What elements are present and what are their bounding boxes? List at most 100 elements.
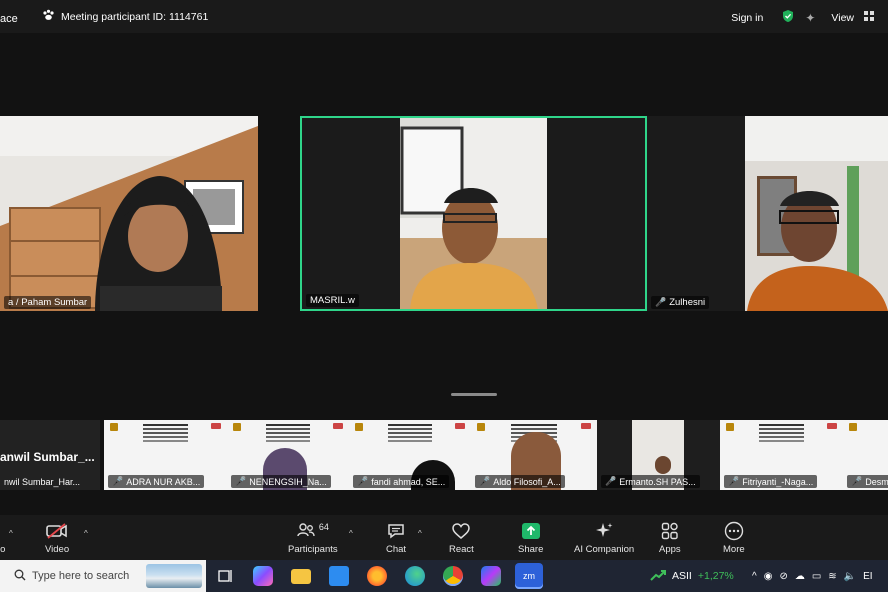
app-title: ace bbox=[0, 13, 18, 25]
meeting-id-label: Meeting participant ID: 1114761 bbox=[61, 10, 209, 23]
stock-name: ASII bbox=[672, 570, 692, 582]
participant-name: 🎤 NENENGSIH_Na... bbox=[231, 475, 331, 488]
microsoft365-icon[interactable] bbox=[481, 566, 501, 586]
share-button[interactable]: Share bbox=[518, 521, 543, 555]
search-highlight-image bbox=[146, 564, 202, 588]
participants-button[interactable]: 64 Participants bbox=[288, 521, 338, 555]
system-tray: ^ ◉ ⊘ ☁ ▭ ≋ 🔈 EI bbox=[752, 560, 873, 592]
participant-name: 🎤 Fitriyanti_-Naga... bbox=[724, 475, 818, 488]
chat-icon bbox=[387, 521, 405, 541]
file-explorer-icon[interactable] bbox=[291, 569, 311, 584]
audio-options-caret[interactable]: ^ bbox=[9, 529, 13, 538]
share-screen-icon bbox=[521, 521, 541, 541]
participant-name: a / Paham Sumbar bbox=[4, 296, 92, 309]
mic-muted-icon: 🎤 bbox=[357, 476, 369, 486]
participant-name: nwil Sumbar_Har... bbox=[4, 477, 81, 487]
copilot-icon[interactable] bbox=[253, 566, 273, 586]
participant-video bbox=[647, 116, 888, 311]
video-button[interactable]: Video bbox=[45, 521, 69, 555]
mic-muted-icon: 🎤 bbox=[112, 476, 124, 486]
resize-handle[interactable] bbox=[451, 393, 497, 396]
search-icon bbox=[14, 569, 26, 584]
video-tile-3[interactable]: 🎤 Zulhesni bbox=[647, 116, 888, 311]
paw-icon bbox=[42, 9, 55, 24]
wifi-icon[interactable]: ≋ bbox=[828, 571, 836, 582]
participant-title: anwil Sumbar_... bbox=[0, 450, 95, 464]
thumb-7[interactable]: 🎤 Desm bbox=[843, 420, 888, 490]
participant-video bbox=[302, 118, 645, 309]
trend-up-icon bbox=[650, 569, 666, 584]
edge-icon[interactable] bbox=[405, 566, 425, 586]
windows-taskbar: Type here to search zm ASII +1,27% ^ ◉ ⊘… bbox=[0, 560, 888, 592]
shield-icon[interactable] bbox=[781, 9, 795, 26]
thumb-text-tile[interactable]: anwil Sumbar_... nwil Sumbar_Har... bbox=[0, 420, 100, 490]
view-button[interactable]: View bbox=[831, 12, 854, 24]
thumb-6[interactable]: 🎤 Fitriyanti_-Naga... bbox=[720, 420, 843, 490]
task-view-icon[interactable] bbox=[216, 566, 236, 586]
thumb-5[interactable]: 🎤 Ermanto.SH PAS... bbox=[597, 420, 720, 490]
mic-muted-icon: 🎤 bbox=[605, 476, 617, 486]
slide-header bbox=[726, 423, 837, 447]
thumb-4[interactable]: 🎤 Aldo Filosofi_A... bbox=[471, 420, 597, 490]
stock-widget[interactable]: ASII +1,27% bbox=[650, 560, 734, 592]
search-placeholder: Type here to search bbox=[32, 570, 130, 582]
chrome-icon[interactable] bbox=[443, 566, 463, 586]
slide-header bbox=[355, 423, 465, 447]
grid-icon[interactable] bbox=[864, 11, 874, 24]
participant-strip: anwil Sumbar_... nwil Sumbar_Har... 🎤 ADR… bbox=[0, 420, 888, 492]
participants-options-caret[interactable]: ^ bbox=[349, 529, 353, 538]
chat-button[interactable]: Chat bbox=[386, 521, 406, 555]
video-options-caret[interactable]: ^ bbox=[84, 529, 88, 538]
mic-muted-icon: 🎤 bbox=[655, 297, 667, 307]
slide-header bbox=[110, 423, 221, 447]
react-button[interactable]: React bbox=[449, 521, 474, 555]
tray-app-icon[interactable]: ◉ bbox=[764, 571, 773, 582]
participants-icon bbox=[297, 522, 315, 540]
language-indicator[interactable]: EI bbox=[863, 571, 872, 582]
mic-muted-icon: 🎤 bbox=[728, 476, 740, 486]
participant-name: 🎤 fandi ahmad, SE... bbox=[353, 475, 450, 488]
meeting-toolbar: io ^ Video ^ 64 Participants ^ Chat ^ Re… bbox=[0, 515, 888, 560]
zoom-icon[interactable]: zm bbox=[515, 563, 543, 589]
apps-icon bbox=[661, 521, 679, 541]
muted-notification-icon[interactable]: ⊘ bbox=[779, 571, 787, 582]
sign-in-button[interactable]: Sign in bbox=[731, 12, 763, 24]
mic-muted-icon: 🎤 bbox=[851, 476, 863, 486]
chat-options-caret[interactable]: ^ bbox=[418, 529, 422, 538]
video-tile-2[interactable]: MASRIL.w bbox=[300, 116, 647, 311]
mic-muted-icon: 🎤 bbox=[479, 476, 491, 486]
participant-name: 🎤 Ermanto.SH PAS... bbox=[601, 475, 700, 488]
video-tile-1[interactable]: a / Paham Sumbar bbox=[0, 116, 258, 311]
taskbar-search[interactable]: Type here to search bbox=[0, 560, 206, 592]
sparkle-icon[interactable]: ✦ bbox=[805, 11, 815, 25]
more-button[interactable]: More bbox=[723, 521, 745, 555]
participant-name: 🎤 Zulhesni bbox=[651, 296, 710, 309]
ai-companion-button[interactable]: AI Companion bbox=[574, 521, 634, 555]
cloud-icon[interactable]: ☁ bbox=[795, 571, 805, 582]
participant-name: 🎤 Aldo Filosofi_A... bbox=[475, 475, 565, 488]
audio-button[interactable]: io bbox=[0, 521, 5, 555]
firefox-icon[interactable] bbox=[367, 566, 387, 586]
video-off-icon bbox=[46, 521, 68, 541]
mic-muted-icon: 🎤 bbox=[235, 476, 247, 486]
store-icon[interactable] bbox=[329, 566, 349, 586]
participant-name: MASRIL.w bbox=[306, 294, 359, 307]
tray-overflow-icon[interactable]: ^ bbox=[752, 571, 757, 582]
participant-name: 🎤 Desm bbox=[847, 475, 888, 488]
speaker-icon[interactable]: 🔈 bbox=[844, 571, 856, 582]
battery-icon[interactable]: ▭ bbox=[812, 571, 821, 582]
thumb-3[interactable]: 🎤 fandi ahmad, SE... bbox=[349, 420, 471, 490]
participant-face bbox=[655, 456, 671, 474]
participant-name: 🎤 ADRA NUR AKB... bbox=[108, 475, 205, 488]
more-icon bbox=[724, 521, 744, 541]
title-bar: ace Meeting participant ID: 1114761 Sign… bbox=[0, 0, 888, 33]
sparkle-icon bbox=[594, 521, 614, 541]
apps-button[interactable]: Apps bbox=[659, 521, 681, 555]
thumb-2[interactable]: 🎤 NENENGSIH_Na... bbox=[227, 420, 349, 490]
thumb-1[interactable]: 🎤 ADRA NUR AKB... bbox=[104, 420, 227, 490]
heart-icon bbox=[452, 521, 471, 541]
participant-video bbox=[0, 116, 258, 311]
slide-header bbox=[233, 423, 343, 447]
participants-count: 64 bbox=[318, 522, 329, 532]
stock-change: +1,27% bbox=[697, 570, 734, 582]
